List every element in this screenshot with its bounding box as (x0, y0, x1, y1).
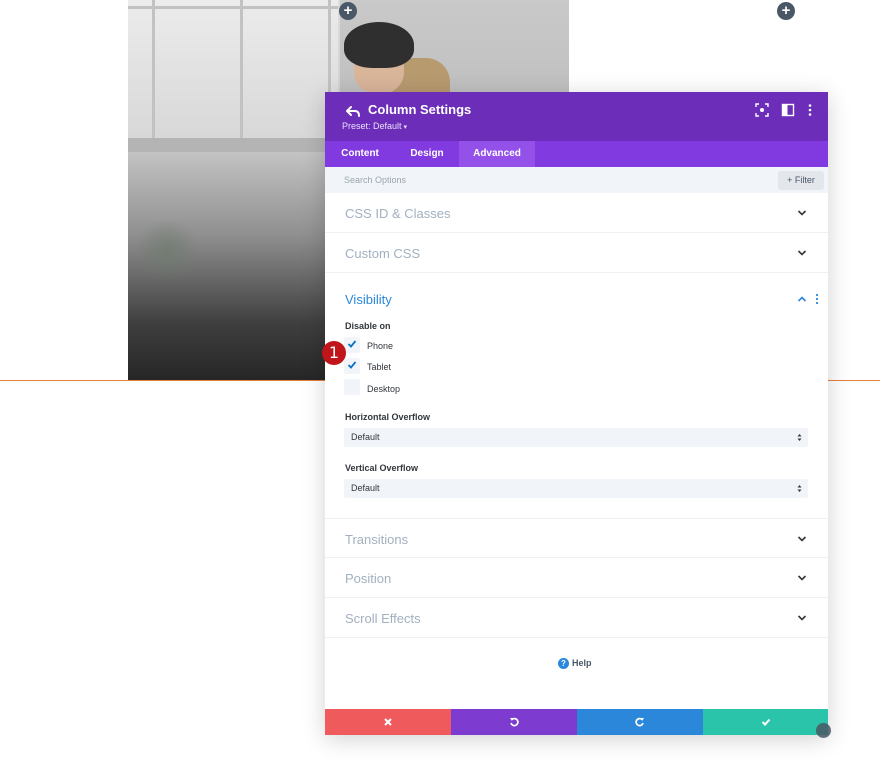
help-label: Help (572, 658, 592, 668)
window-frame (240, 0, 243, 150)
close-icon (384, 718, 392, 726)
chevron-down-icon (797, 536, 807, 542)
check-icon (347, 340, 357, 348)
redo-button[interactable] (577, 709, 703, 735)
split-view-icon[interactable] (781, 103, 795, 117)
vertical-overflow-select[interactable]: Default (344, 479, 808, 498)
more-icon[interactable] (803, 103, 817, 117)
preset-selector[interactable]: Preset: Default ▾ (342, 121, 407, 131)
checkbox-desktop[interactable] (344, 379, 360, 395)
focus-icon[interactable] (755, 103, 769, 117)
check-icon (347, 361, 357, 369)
panel-title: Column Settings (368, 102, 472, 117)
section-title: CSS ID & Classes (345, 206, 451, 221)
add-module-button[interactable]: + (339, 2, 357, 20)
tab-advanced[interactable]: Advanced (459, 141, 535, 167)
save-button[interactable] (703, 709, 828, 735)
back-icon[interactable] (345, 104, 361, 120)
select-value: Default (351, 432, 380, 442)
help-link[interactable]: ? Help (558, 658, 592, 670)
section-transitions[interactable]: Transitions (325, 518, 828, 558)
chevron-down-icon (797, 250, 807, 256)
panel-header: Column Settings Preset: Default ▾ (325, 92, 828, 141)
section-title: Transitions (345, 532, 409, 547)
checkbox-phone-label: Phone (367, 341, 394, 351)
disable-on-label: Disable on (345, 321, 391, 331)
plus-icon: + (343, 2, 353, 19)
caret-down-icon: ▾ (403, 124, 408, 131)
panel-footer (325, 709, 828, 735)
redo-icon (635, 717, 644, 727)
select-arrows-icon (797, 485, 802, 492)
undo-button[interactable] (451, 709, 577, 735)
chevron-down-icon (797, 615, 807, 621)
plant (132, 220, 202, 280)
checkbox-desktop-label: Desktop (367, 384, 401, 394)
resize-handle[interactable] (816, 723, 831, 738)
horizontal-overflow-label: Horizontal Overflow (345, 412, 431, 422)
chevron-down-icon (797, 575, 807, 581)
section-title: Custom CSS (345, 246, 421, 261)
horizontal-overflow-select[interactable]: Default (344, 428, 808, 447)
select-arrows-icon (797, 434, 802, 441)
more-icon[interactable] (814, 293, 820, 305)
chevron-down-icon (797, 210, 807, 216)
section-title: Scroll Effects (345, 611, 421, 626)
filter-label: Filter (794, 175, 815, 185)
plus-icon: + (787, 175, 795, 185)
section-position[interactable]: Position (325, 558, 828, 598)
cancel-button[interactable] (325, 709, 451, 735)
checkbox-tablet-label: Tablet (367, 362, 392, 372)
checkbox-phone[interactable] (344, 337, 360, 353)
window-sill (128, 138, 343, 152)
settings-tabs: Content Design Advanced (325, 141, 828, 167)
window-frame (128, 6, 338, 9)
vertical-overflow-label: Vertical Overflow (345, 463, 419, 473)
chevron-up-icon[interactable] (797, 295, 807, 303)
filter-button[interactable]: + Filter (778, 171, 824, 190)
plus-icon: + (781, 2, 791, 19)
window (128, 0, 338, 150)
column-settings-panel: Column Settings Preset: Default ▾ Content… (325, 92, 828, 735)
person-hat (344, 22, 414, 68)
search-options-input[interactable] (340, 170, 740, 190)
window-frame (152, 0, 155, 150)
section-css-id-classes[interactable]: CSS ID & Classes (325, 193, 828, 233)
search-row: + Filter (325, 167, 828, 193)
question-icon: ? (558, 658, 569, 670)
checkbox-tablet[interactable] (344, 358, 360, 374)
section-visibility-title[interactable]: Visibility (345, 292, 392, 307)
tab-design[interactable]: Design (395, 141, 459, 167)
preset-label: Preset: Default (342, 121, 402, 131)
section-scroll-effects[interactable]: Scroll Effects (325, 598, 828, 638)
tab-content[interactable]: Content (325, 141, 395, 167)
check-icon (761, 718, 771, 726)
annotation-number-badge: 1 (322, 341, 346, 365)
undo-icon (510, 717, 519, 727)
select-value: Default (351, 483, 380, 493)
add-module-button[interactable]: + (777, 2, 795, 20)
section-title: Position (345, 571, 392, 586)
section-custom-css[interactable]: Custom CSS (325, 233, 828, 273)
